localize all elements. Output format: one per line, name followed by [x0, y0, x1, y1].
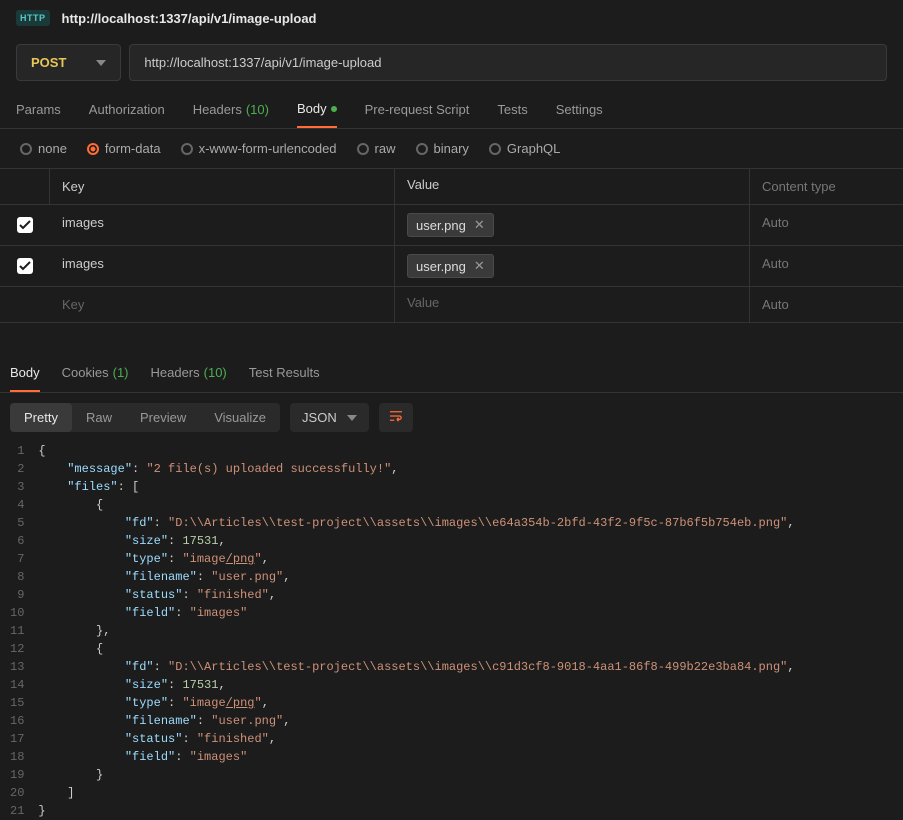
row-checkbox[interactable]	[17, 258, 33, 274]
dot-indicator-icon	[331, 106, 337, 112]
chevron-down-icon	[96, 60, 106, 66]
response-tab-headers-label: Headers	[151, 365, 200, 382]
view-preview[interactable]: Preview	[126, 403, 200, 432]
tab-title: http://localhost:1337/api/v1/image-uploa…	[62, 11, 317, 26]
radio-none-label: none	[38, 141, 67, 156]
tab-tests[interactable]: Tests	[497, 101, 527, 128]
format-select[interactable]: JSON	[290, 403, 369, 432]
key-cell[interactable]: images	[50, 246, 395, 286]
form-row: images user.png ✕ Auto	[0, 205, 903, 246]
headers-count: (10)	[246, 102, 269, 117]
radio-icon	[20, 143, 32, 155]
tab-params[interactable]: Params	[16, 101, 61, 128]
value-input-empty[interactable]: Value	[395, 287, 750, 322]
radio-icon	[87, 143, 99, 155]
radio-urlencoded[interactable]: x-www-form-urlencoded	[181, 141, 337, 156]
response-headers-count: (10)	[204, 365, 227, 382]
radio-raw[interactable]: raw	[357, 141, 396, 156]
remove-file-icon[interactable]: ✕	[474, 217, 485, 233]
format-label: JSON	[302, 410, 337, 425]
col-header-key: Key	[50, 169, 395, 204]
tab-body-label: Body	[297, 101, 327, 116]
response-tab-body[interactable]: Body	[10, 365, 40, 392]
radio-icon	[416, 143, 428, 155]
radio-none[interactable]: none	[20, 141, 67, 156]
chevron-down-icon	[347, 415, 357, 421]
type-empty: Auto	[750, 287, 903, 322]
tab-authorization[interactable]: Authorization	[89, 101, 165, 128]
radio-icon	[181, 143, 193, 155]
view-visualize[interactable]: Visualize	[200, 403, 280, 432]
value-cell[interactable]: user.png ✕	[395, 205, 750, 245]
method-label: POST	[31, 55, 66, 70]
key-input-empty[interactable]: Key	[50, 287, 395, 322]
response-body-code[interactable]: { "message": "2 file(s) uploaded success…	[38, 442, 893, 820]
file-name: user.png	[416, 218, 466, 233]
url-input[interactable]: http://localhost:1337/api/v1/image-uploa…	[129, 44, 887, 81]
tab-headers-label: Headers	[193, 102, 242, 117]
radio-formdata[interactable]: form-data	[87, 141, 161, 156]
tab-settings[interactable]: Settings	[556, 101, 603, 128]
radio-icon	[489, 143, 501, 155]
radio-formdata-label: form-data	[105, 141, 161, 156]
view-pretty[interactable]: Pretty	[10, 403, 72, 432]
view-raw[interactable]: Raw	[72, 403, 126, 432]
radio-graphql[interactable]: GraphQL	[489, 141, 560, 156]
tab-body[interactable]: Body	[297, 101, 337, 128]
col-header-value: Value	[395, 169, 750, 204]
method-select[interactable]: POST	[16, 44, 121, 81]
radio-urlencoded-label: x-www-form-urlencoded	[199, 141, 337, 156]
type-cell: Auto	[750, 205, 903, 245]
value-cell[interactable]: user.png ✕	[395, 246, 750, 286]
cookies-count: (1)	[113, 365, 129, 382]
type-cell: Auto	[750, 246, 903, 286]
file-chip: user.png ✕	[407, 213, 494, 237]
response-tab-cookies-label: Cookies	[62, 365, 109, 382]
tab-headers[interactable]: Headers (10)	[193, 101, 269, 128]
file-chip: user.png ✕	[407, 254, 494, 278]
remove-file-icon[interactable]: ✕	[474, 258, 485, 274]
http-badge-icon: HTTP	[16, 10, 50, 26]
radio-binary-label: binary	[434, 141, 469, 156]
radio-graphql-label: GraphQL	[507, 141, 560, 156]
file-name: user.png	[416, 259, 466, 274]
row-checkbox[interactable]	[17, 217, 33, 233]
col-header-type: Content type	[750, 169, 903, 204]
wrap-lines-button[interactable]	[379, 403, 413, 432]
line-gutter: 123456789101112131415161718192021	[10, 442, 38, 820]
wrap-icon	[389, 410, 403, 422]
response-tab-cookies[interactable]: Cookies (1)	[62, 365, 129, 392]
radio-icon	[357, 143, 369, 155]
radio-raw-label: raw	[375, 141, 396, 156]
form-data-table: Key Value Content type images user.png ✕ Au…	[0, 168, 903, 323]
form-row: images user.png ✕ Auto	[0, 246, 903, 287]
key-cell[interactable]: images	[50, 205, 395, 245]
tab-prerequest[interactable]: Pre-request Script	[365, 101, 470, 128]
radio-binary[interactable]: binary	[416, 141, 469, 156]
response-tab-headers[interactable]: Headers (10)	[151, 365, 227, 392]
response-tab-tests[interactable]: Test Results	[249, 365, 320, 392]
